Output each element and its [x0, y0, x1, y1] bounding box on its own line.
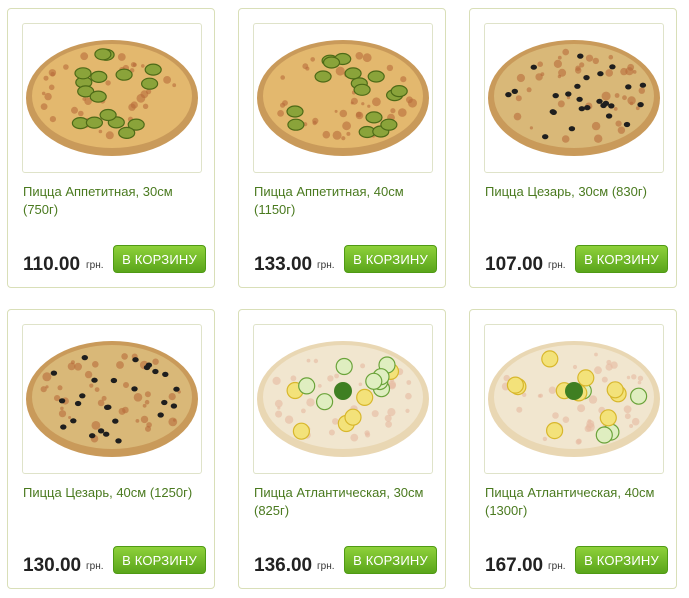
- currency-label: грн.: [548, 561, 566, 572]
- add-to-cart-button[interactable]: В КОРЗИНУ: [344, 245, 437, 273]
- product-price: 167.00: [485, 555, 544, 576]
- product-card: Пицца Цезарь, 40см (1250г) 130.00 грн. В…: [7, 309, 215, 589]
- pizza-image: [257, 341, 429, 457]
- product-title-link[interactable]: Пицца Цезарь, 30см (830г): [485, 183, 665, 201]
- product-title-link[interactable]: Пицца Аппетитная, 40см (1150г): [254, 183, 434, 219]
- pizza-image: [26, 40, 198, 156]
- pizza-image: [488, 341, 660, 457]
- pizza-image: [26, 341, 198, 457]
- product-card: Пицца Цезарь, 30см (830г) 107.00 грн. В …: [469, 8, 677, 288]
- product-image-link[interactable]: [253, 23, 433, 173]
- product-title-link[interactable]: Пицца Аппетитная, 30см (750г): [23, 183, 203, 219]
- product-title-link[interactable]: Пицца Цезарь, 40см (1250г): [23, 484, 203, 502]
- product-price: 110.00: [23, 254, 81, 275]
- currency-label: грн.: [86, 561, 104, 572]
- product-card: Пицца Атлантическая, 40см (1300г) 167.00…: [469, 309, 677, 589]
- add-to-cart-button[interactable]: В КОРЗИНУ: [575, 546, 668, 574]
- add-to-cart-button[interactable]: В КОРЗИНУ: [113, 245, 206, 273]
- product-image-link[interactable]: [22, 324, 202, 474]
- currency-label: грн.: [317, 561, 335, 572]
- add-to-cart-button[interactable]: В КОРЗИНУ: [344, 546, 437, 574]
- product-image-link[interactable]: [22, 23, 202, 173]
- product-card: Пицца Аппетитная, 30см (750г) 110.00 грн…: [7, 8, 215, 288]
- product-card: Пицца Атлантическая, 30см (825г) 136.00 …: [238, 309, 446, 589]
- product-price: 133.00: [254, 254, 313, 275]
- product-title-link[interactable]: Пицца Атлантическая, 40см (1300г): [485, 484, 665, 520]
- pizza-image: [257, 40, 429, 156]
- product-title-link[interactable]: Пицца Атлантическая, 30см (825г): [254, 484, 434, 520]
- product-card: Пицца Аппетитная, 40см (1150г) 133.00 гр…: [238, 8, 446, 288]
- add-to-cart-button[interactable]: В КОРЗИНУ: [113, 546, 206, 574]
- product-image-link[interactable]: [484, 324, 664, 474]
- currency-label: грн.: [548, 260, 566, 271]
- currency-label: грн.: [86, 260, 104, 271]
- product-price: 130.00: [23, 555, 82, 576]
- product-image-link[interactable]: [253, 324, 433, 474]
- product-image-link[interactable]: [484, 23, 664, 173]
- add-to-cart-button[interactable]: В КОРЗИНУ: [575, 245, 668, 273]
- product-price: 136.00: [254, 555, 313, 576]
- currency-label: грн.: [317, 260, 335, 271]
- product-price: 107.00: [485, 254, 544, 275]
- pizza-image: [488, 40, 660, 156]
